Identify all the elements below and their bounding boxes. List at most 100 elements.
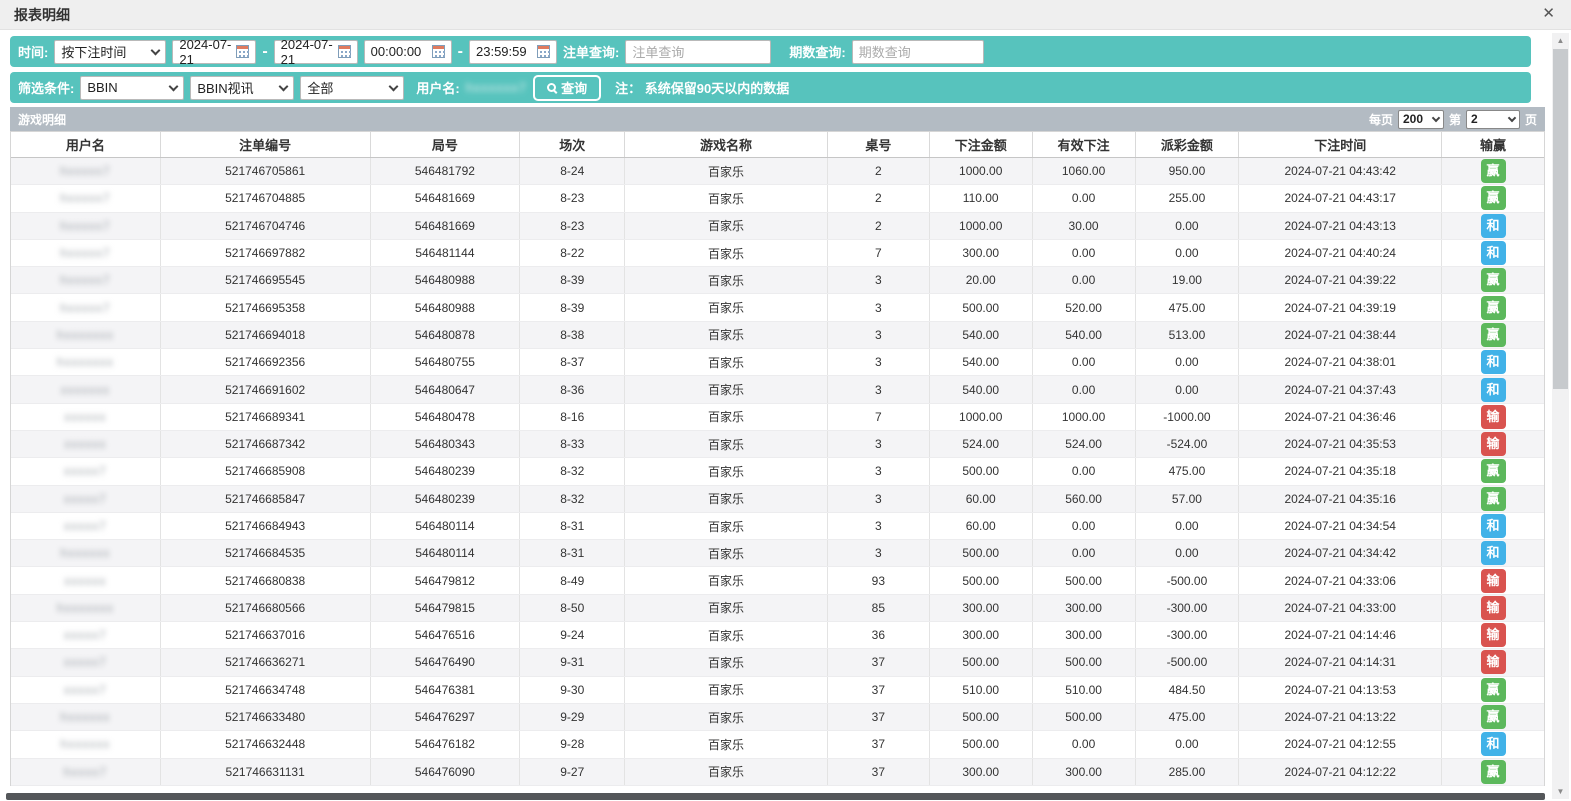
per-page-select[interactable]: 200	[1398, 110, 1444, 129]
cell-bet-time: 2024-07-21 04:34:42	[1239, 540, 1442, 566]
cell-table-number: 2	[828, 213, 930, 239]
page-select[interactable]: 2	[1466, 110, 1520, 129]
cell-bet-time: 2024-07-21 04:43:42	[1239, 158, 1442, 184]
cell-username: xxxxx7	[11, 513, 161, 539]
cell-bet-time: 2024-07-21 04:35:16	[1239, 486, 1442, 512]
condition-label: 筛选条件:	[18, 78, 74, 97]
scroll-up-icon[interactable]: ▲	[1552, 33, 1569, 48]
cell-username: xxxxx7	[11, 458, 161, 484]
cell-table-number: 2	[828, 158, 930, 184]
order-query-input[interactable]: 注单查询	[625, 40, 771, 64]
cell-session: 8-49	[520, 567, 625, 593]
calendar-icon[interactable]	[537, 45, 550, 58]
username-label: 用户名:	[416, 78, 459, 97]
cell-result: 赢	[1442, 704, 1544, 730]
table-header-row: 用户名注单编号局号场次游戏名称桌号下注金额有效下注派彩金额下注时间输赢	[11, 131, 1544, 158]
cell-bet-time: 2024-07-21 04:14:31	[1239, 649, 1442, 675]
cell-round-number: 546476490	[371, 649, 521, 675]
table-row: hxxxxx75217467058615464817928-24百家乐21000…	[11, 158, 1544, 185]
cell-bet-number: 521746685847	[161, 486, 371, 512]
calendar-icon[interactable]	[432, 45, 445, 58]
result-badge: 赢	[1481, 678, 1506, 702]
scope-select[interactable]: 全部	[300, 76, 404, 100]
cell-bet-amount: 300.00	[930, 595, 1033, 621]
cell-session: 8-38	[520, 322, 625, 348]
column-header: 局号	[371, 132, 521, 157]
search-button[interactable]: 查询	[533, 75, 601, 101]
scroll-down-icon[interactable]: ▼	[1552, 784, 1569, 799]
result-badge: 输	[1481, 596, 1506, 620]
cell-game-name: 百家乐	[625, 294, 828, 320]
result-badge: 赢	[1481, 159, 1506, 183]
cell-bet-amount: 1000.00	[930, 404, 1033, 430]
cell-table-number: 37	[828, 759, 930, 785]
cell-bet-amount: 540.00	[930, 322, 1033, 348]
cell-bet-amount: 510.00	[930, 677, 1033, 703]
cell-username: xxxxx7	[11, 649, 161, 675]
cell-table-number: 3	[828, 486, 930, 512]
cell-valid-bet: 0.00	[1033, 513, 1136, 539]
table-row: hxxxxxxx5217466940185464808788-38百家乐3540…	[11, 322, 1544, 349]
cell-valid-bet: 300.00	[1033, 622, 1136, 648]
cell-valid-bet: 500.00	[1033, 649, 1136, 675]
cell-session: 8-39	[520, 267, 625, 293]
time-type-select[interactable]: 按下注时间	[54, 40, 166, 64]
result-badge: 赢	[1481, 323, 1506, 347]
cell-username: xxxxxx	[11, 404, 161, 430]
result-badge: 输	[1481, 623, 1506, 647]
vertical-scrollbar-thumb[interactable]	[1553, 49, 1568, 389]
cell-session: 8-39	[520, 294, 625, 320]
period-query-input[interactable]: 期数查询	[852, 40, 984, 64]
cell-username: hxxxxx7	[11, 294, 161, 320]
cell-game-name: 百家乐	[625, 731, 828, 757]
column-header: 派彩金额	[1136, 132, 1240, 157]
table-row: hxxxxxx5217466324485464761829-28百家乐37500…	[11, 731, 1544, 758]
cell-bet-amount: 1000.00	[930, 213, 1033, 239]
column-header: 下注时间	[1239, 132, 1442, 157]
cell-bet-amount: 1000.00	[930, 158, 1033, 184]
cell-round-number: 546476090	[371, 759, 521, 785]
cell-table-number: 3	[828, 376, 930, 402]
time-to-input[interactable]: 23:59:59	[469, 40, 557, 64]
result-badge: 和	[1481, 541, 1506, 565]
cell-username: xxxxxx	[11, 567, 161, 593]
cell-session: 9-27	[520, 759, 625, 785]
cell-bet-amount: 500.00	[930, 649, 1033, 675]
table-row: hxxxxx75217467047465464816698-23百家乐21000…	[11, 213, 1544, 240]
cell-bet-amount: 60.00	[930, 486, 1033, 512]
cell-round-number: 546481144	[371, 240, 521, 266]
close-icon[interactable]: ✕	[1542, 5, 1555, 23]
cell-bet-time: 2024-07-21 04:43:13	[1239, 213, 1442, 239]
result-badge: 和	[1481, 514, 1506, 538]
cell-game-name: 百家乐	[625, 567, 828, 593]
cell-session: 8-31	[520, 540, 625, 566]
cell-game-name: 百家乐	[625, 677, 828, 703]
chevron-down-icon	[1432, 113, 1440, 121]
horizontal-scrollbar-thumb[interactable]	[6, 793, 1545, 800]
category-select[interactable]: BBIN视讯	[190, 76, 294, 100]
table-row: xxxxxx5217466808385464798128-49百家乐93500.…	[11, 567, 1544, 594]
time-from-input[interactable]: 00:00:00	[364, 40, 452, 64]
table-row: xxxxxx5217466893415464804788-16百家乐71000.…	[11, 404, 1544, 431]
result-badge: 和	[1481, 378, 1506, 402]
cell-round-number: 546480343	[371, 431, 521, 457]
cell-valid-bet: 0.00	[1033, 349, 1136, 375]
cell-bet-amount: 300.00	[930, 622, 1033, 648]
cell-bet-amount: 540.00	[930, 349, 1033, 375]
cell-session: 8-23	[520, 213, 625, 239]
cell-bet-number: 521746684535	[161, 540, 371, 566]
vertical-scrollbar[interactable]: ▲ ▼	[1552, 33, 1569, 799]
date-to-input[interactable]: 2024-07-21	[274, 40, 358, 64]
cell-game-name: 百家乐	[625, 213, 828, 239]
platform-select[interactable]: BBIN	[80, 76, 184, 100]
cell-round-number: 546481792	[371, 158, 521, 184]
cell-username: hxxxxxxx	[11, 595, 161, 621]
calendar-icon[interactable]	[236, 45, 249, 58]
cell-result: 赢	[1442, 322, 1544, 348]
cell-bet-number: 521746637016	[161, 622, 371, 648]
date-from-input[interactable]: 2024-07-21	[172, 40, 256, 64]
calendar-icon[interactable]	[338, 45, 351, 58]
cell-result: 赢	[1442, 759, 1544, 785]
cell-game-name: 百家乐	[625, 431, 828, 457]
cell-payout: 0.00	[1136, 240, 1240, 266]
